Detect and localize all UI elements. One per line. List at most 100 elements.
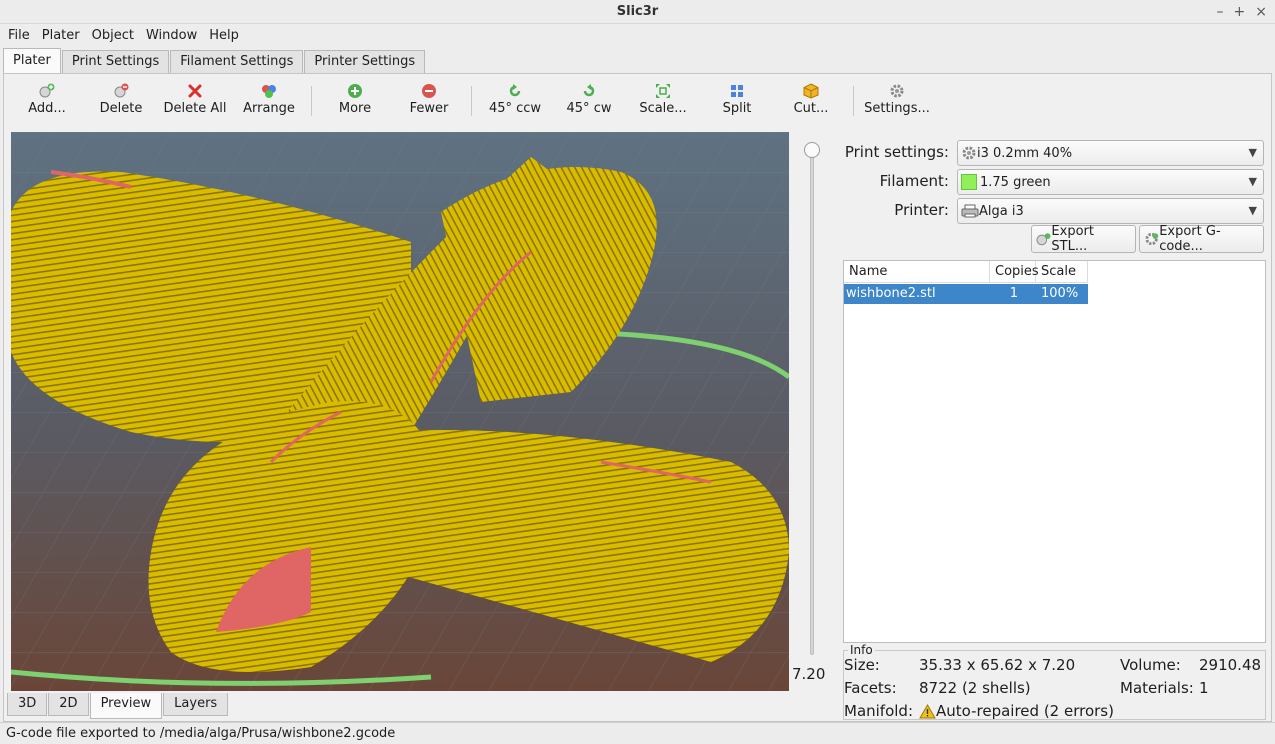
column-name[interactable]: Name — [844, 261, 990, 283]
minus-circle-icon — [422, 84, 436, 98]
materials-value: 1 — [1199, 679, 1209, 697]
print-settings-value: i3 0.2mm 40% — [977, 145, 1073, 161]
facets-label: Facets: — [844, 679, 897, 697]
object-copies: 1 — [1009, 286, 1018, 301]
split-button-label: Split — [722, 101, 752, 116]
toolbar-separator — [311, 86, 312, 116]
size-value: 35.33 x 65.62 x 7.20 — [919, 656, 1076, 674]
split-button[interactable]: Split — [700, 78, 774, 116]
scale-button[interactable]: Scale... — [626, 78, 700, 116]
rotate-cw-button-label: 45° cw — [566, 101, 612, 116]
rotate-cw-icon — [583, 84, 595, 97]
printer-select[interactable]: Alga i3 ▼ — [957, 198, 1264, 224]
tab-filament-settings[interactable]: Filament Settings — [170, 50, 304, 74]
view-tabs: 3D 2D Preview Layers — [7, 693, 229, 719]
warning-icon — [919, 703, 936, 718]
object-list[interactable]: Name Copies Scale wishbone2.stl 1 100% — [843, 260, 1266, 643]
tab-2d[interactable]: 2D — [48, 693, 89, 716]
print-settings-select[interactable]: i3 0.2mm 40% ▼ — [957, 140, 1264, 166]
title-bar: Slic3r – + × — [0, 0, 1275, 24]
settings-button[interactable]: Settings... — [860, 78, 934, 116]
filament-label: Filament: — [879, 172, 949, 190]
printer-value: Alga i3 — [979, 203, 1024, 219]
arrange-button[interactable]: Arrange — [232, 78, 306, 116]
info-title: Info — [848, 643, 875, 657]
printer-icon — [961, 204, 979, 218]
menu-help[interactable]: Help — [203, 28, 245, 43]
gear-icon — [890, 84, 904, 98]
chevron-down-icon: ▼ — [1248, 204, 1257, 217]
object-scale: 100% — [1041, 286, 1079, 301]
maximize-button[interactable]: + — [1234, 0, 1246, 24]
menu-bar: File Plater Object Window Help — [0, 24, 1275, 46]
print-settings-label: Print settings: — [844, 143, 949, 161]
tab-plater[interactable]: Plater — [3, 48, 61, 74]
menu-object[interactable]: Object — [86, 28, 140, 43]
minimize-button[interactable]: – — [1217, 0, 1224, 24]
rotate-ccw-button-label: 45° ccw — [488, 101, 542, 116]
more-button[interactable]: More — [318, 78, 392, 116]
delete-object-icon — [114, 83, 129, 98]
window-title: Slic3r — [616, 4, 659, 19]
main-tabs: Plater Print Settings Filament Settings … — [3, 48, 426, 74]
split-icon — [731, 85, 743, 97]
close-button[interactable]: × — [1255, 0, 1267, 24]
export-stl-icon — [1036, 233, 1051, 246]
scale-icon — [656, 84, 670, 98]
tab-printer-settings[interactable]: Printer Settings — [304, 50, 426, 74]
settings-button-label: Settings... — [864, 101, 930, 116]
object-row[interactable]: wishbone2.stl 1 100% — [844, 284, 1088, 304]
delete-button-label: Delete — [99, 101, 143, 116]
printer-label: Printer: — [894, 201, 949, 219]
manifold-value: Auto-repaired (2 errors) — [936, 702, 1114, 720]
object-list-header: Name Copies Scale — [844, 261, 1088, 283]
rotate-cw-button[interactable]: 45° cw — [552, 78, 626, 116]
volume-label: Volume: — [1120, 656, 1181, 674]
delete-all-button[interactable]: Delete All — [158, 78, 232, 116]
chevron-down-icon: ▼ — [1248, 175, 1257, 188]
delete-all-button-label: Delete All — [163, 101, 227, 116]
tab-layers[interactable]: Layers — [163, 693, 229, 716]
chevron-down-icon: ▼ — [1248, 146, 1257, 159]
tab-print-settings[interactable]: Print Settings — [61, 50, 170, 74]
rotate-ccw-icon — [509, 84, 521, 97]
rotate-ccw-button[interactable]: 45° ccw — [478, 78, 552, 116]
tab-3d[interactable]: 3D — [7, 693, 48, 716]
layer-height-value: 7.20 — [792, 665, 826, 683]
add-object-icon — [39, 83, 55, 98]
export-stl-label: Export STL... — [1051, 224, 1094, 254]
tab-preview[interactable]: Preview — [89, 693, 163, 719]
export-gcode-button[interactable]: Export G-code... — [1139, 224, 1264, 254]
gcode-preview-render — [11, 132, 789, 691]
layer-slider-handle[interactable] — [804, 142, 820, 158]
materials-label: Materials: — [1120, 679, 1194, 697]
column-copies[interactable]: Copies — [990, 261, 1039, 283]
fewer-button[interactable]: Fewer — [392, 78, 466, 116]
export-gcode-icon — [1145, 232, 1159, 246]
menu-plater[interactable]: Plater — [36, 28, 86, 43]
export-gcode-label: Export G-code... — [1159, 224, 1221, 254]
cut-button[interactable]: Cut... — [774, 78, 848, 116]
info-box: Info Size: 35.33 x 65.62 x 7.20 Volume: … — [843, 643, 1266, 720]
size-label: Size: — [844, 656, 880, 674]
preview-canvas[interactable] — [11, 132, 789, 691]
cut-icon — [803, 83, 819, 99]
manifold-label: Manifold: — [844, 702, 914, 720]
layer-slider-track[interactable] — [810, 150, 814, 655]
toolbar-separator — [471, 86, 472, 116]
delete-button[interactable]: Delete — [84, 78, 158, 116]
add-button-label: Add... — [28, 101, 66, 116]
status-bar: G-code file exported to /media/alga/Prus… — [0, 722, 1275, 744]
plus-circle-icon — [348, 84, 362, 98]
gear-icon — [962, 146, 976, 160]
menu-window[interactable]: Window — [140, 28, 203, 43]
volume-value: 2910.48 — [1199, 656, 1262, 674]
menu-file[interactable]: File — [2, 28, 36, 43]
column-scale[interactable]: Scale — [1036, 261, 1088, 283]
cut-button-label: Cut... — [793, 101, 829, 116]
manifold-status: Auto-repaired (2 errors) — [919, 702, 1114, 720]
filament-value: 1.75 green — [980, 174, 1051, 190]
export-stl-button[interactable]: Export STL... — [1031, 224, 1136, 254]
filament-select[interactable]: 1.75 green ▼ — [957, 169, 1264, 195]
add-button[interactable]: Add... — [10, 78, 84, 116]
